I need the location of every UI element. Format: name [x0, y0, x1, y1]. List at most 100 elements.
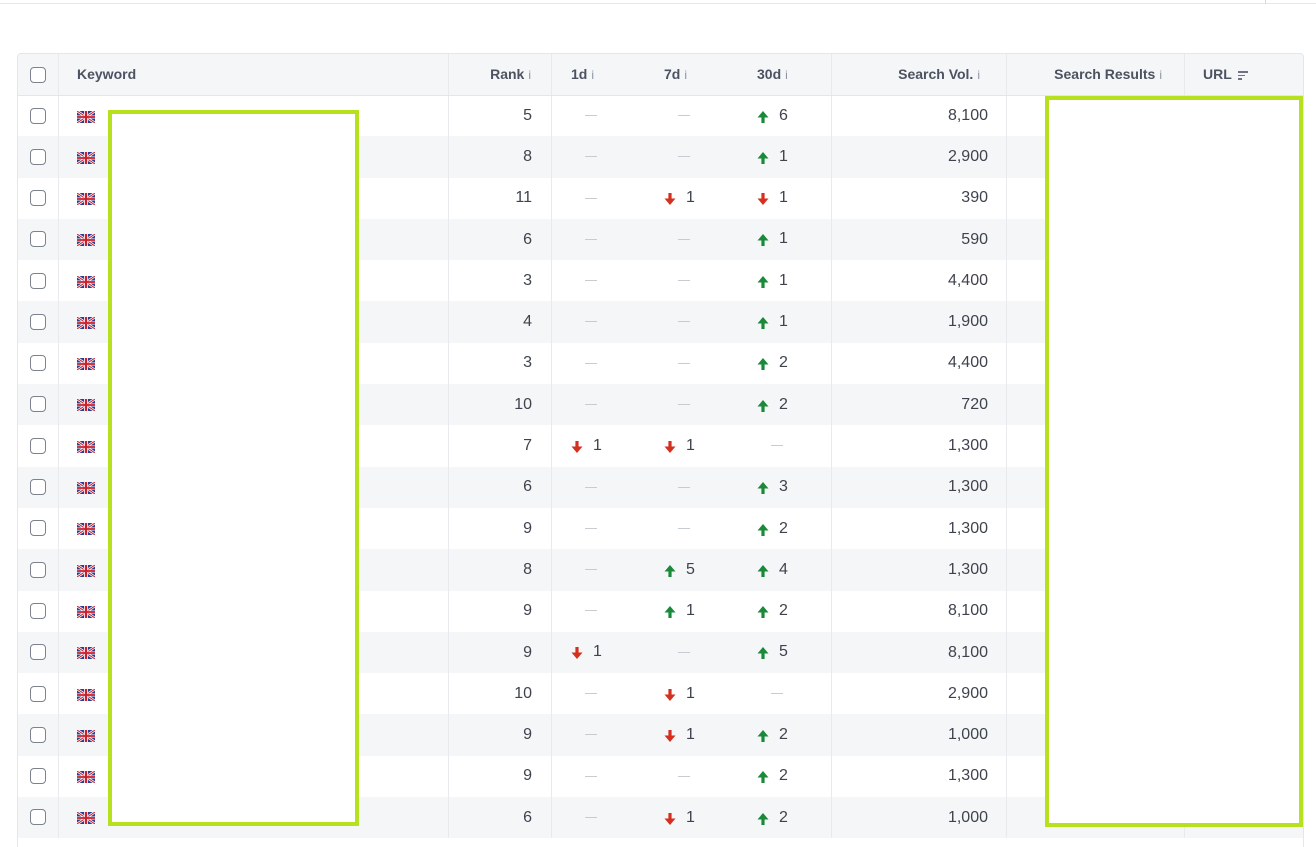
search-volume-cell: 1,900: [831, 301, 1007, 343]
search-volume-cell: 8,100: [831, 631, 1007, 674]
rank-cell: 9: [448, 590, 552, 632]
arrow-up-icon: [757, 316, 769, 330]
select-all-checkbox[interactable]: [30, 66, 46, 83]
header-url[interactable]: URL: [1184, 54, 1303, 96]
d30-change-cell: 2: [738, 384, 832, 426]
row-checkbox[interactable]: [30, 479, 46, 496]
info-icon[interactable]: i: [528, 68, 531, 82]
rank-change: 1: [664, 602, 714, 620]
no-change-dash: [585, 693, 597, 695]
d1-change-cell: 1: [552, 425, 646, 466]
arrow-down-icon: [571, 646, 583, 660]
uk-flag-icon: [76, 315, 96, 330]
header-7d[interactable]: 7d i: [645, 54, 738, 96]
row-checkbox[interactable]: [30, 313, 46, 330]
row-checkbox[interactable]: [30, 272, 46, 289]
rank-change: 1: [757, 272, 807, 290]
rank-change: 2: [757, 767, 807, 785]
row-select-cell: [18, 631, 59, 674]
no-change-dash: [585, 115, 597, 117]
row-checkbox[interactable]: [30, 107, 46, 124]
row-checkbox[interactable]: [30, 437, 46, 454]
info-icon[interactable]: i: [785, 68, 788, 82]
row-select-cell: [18, 260, 59, 302]
uk-flag-icon: [76, 274, 96, 289]
row-checkbox[interactable]: [30, 602, 46, 619]
row-checkbox[interactable]: [30, 190, 46, 206]
row-checkbox[interactable]: [30, 231, 46, 248]
search-volume-cell: 8,100: [831, 590, 1007, 632]
row-checkbox[interactable]: [30, 768, 46, 785]
rank-change: 1: [757, 189, 807, 207]
row-checkbox[interactable]: [30, 520, 46, 537]
arrow-down-icon: [664, 812, 676, 825]
d7-change-cell: [645, 343, 738, 384]
uk-flag-icon: [76, 233, 96, 248]
row-select-cell: [18, 590, 59, 632]
no-change-dash: [585, 816, 597, 818]
header-30d[interactable]: 30d i: [738, 54, 832, 96]
uk-flag-icon: [76, 811, 96, 826]
header-1d[interactable]: 1d i: [551, 54, 645, 96]
row-select-cell: [18, 384, 59, 426]
row-select-cell: [18, 177, 59, 219]
change-value: 2: [779, 767, 788, 785]
d7-change-cell: [645, 384, 738, 425]
row-checkbox[interactable]: [30, 685, 46, 702]
d30-change-cell: 3: [738, 466, 832, 508]
header-rank[interactable]: Rank i: [448, 54, 552, 96]
header-keyword[interactable]: Keyword: [58, 54, 449, 96]
arrow-up-icon: [757, 770, 769, 784]
arrow-down-icon: [757, 192, 769, 206]
d30-change-cell: [738, 425, 832, 467]
d7-change-cell: [645, 632, 738, 673]
row-checkbox[interactable]: [30, 644, 46, 661]
arrow-up-icon: [757, 523, 769, 536]
d30-change-cell: 2: [738, 714, 832, 756]
rank-change: 1: [757, 313, 807, 331]
arrow-up-icon: [757, 357, 769, 371]
d1-change-cell: 1: [552, 632, 646, 673]
change-value: 1: [779, 147, 788, 165]
arrow-down-icon: [664, 440, 676, 453]
row-checkbox[interactable]: [30, 148, 46, 165]
d30-change-cell: 2: [738, 590, 832, 632]
d1-change-cell: [552, 219, 646, 260]
row-checkbox[interactable]: [30, 726, 46, 743]
d30-change-cell: 6: [738, 95, 832, 137]
change-value: 5: [779, 643, 788, 661]
row-checkbox[interactable]: [30, 396, 46, 413]
info-icon[interactable]: i: [977, 68, 980, 82]
change-value: 1: [593, 643, 602, 661]
change-value: 6: [779, 106, 788, 124]
info-icon[interactable]: i: [684, 68, 687, 82]
search-volume-cell: 1,300: [831, 507, 1007, 550]
uk-flag-icon: [76, 398, 96, 413]
sort-icon[interactable]: [1237, 69, 1248, 81]
row-select-cell: [18, 673, 59, 715]
top-divider: [0, 3, 1316, 4]
no-change-dash: [585, 527, 597, 529]
header-search-results-label: Search Results: [1054, 66, 1156, 83]
d7-change-cell: 5: [645, 549, 738, 590]
row-checkbox[interactable]: [30, 561, 46, 578]
info-icon[interactable]: i: [591, 68, 594, 82]
change-value: 2: [779, 808, 788, 826]
d30-change-cell: 1: [738, 260, 832, 302]
header-search-results[interactable]: Search Results i: [1006, 54, 1185, 96]
row-checkbox[interactable]: [30, 809, 46, 826]
rank-cell: 9: [448, 714, 552, 756]
d30-change-cell: 1: [738, 218, 832, 261]
rank-change: 1: [571, 437, 621, 455]
change-value: 1: [593, 436, 602, 454]
row-checkbox[interactable]: [30, 355, 46, 372]
header-search-volume[interactable]: Search Vol. i: [831, 54, 1007, 96]
no-change-dash: [771, 445, 783, 447]
search-volume-cell: 1,000: [831, 797, 1007, 839]
d1-change-cell: [552, 260, 646, 301]
rank-change: 2: [757, 396, 807, 414]
info-icon[interactable]: i: [1159, 68, 1162, 82]
no-change-dash: [678, 156, 690, 158]
change-value: 2: [779, 519, 788, 537]
arrow-up-icon: [757, 564, 769, 577]
